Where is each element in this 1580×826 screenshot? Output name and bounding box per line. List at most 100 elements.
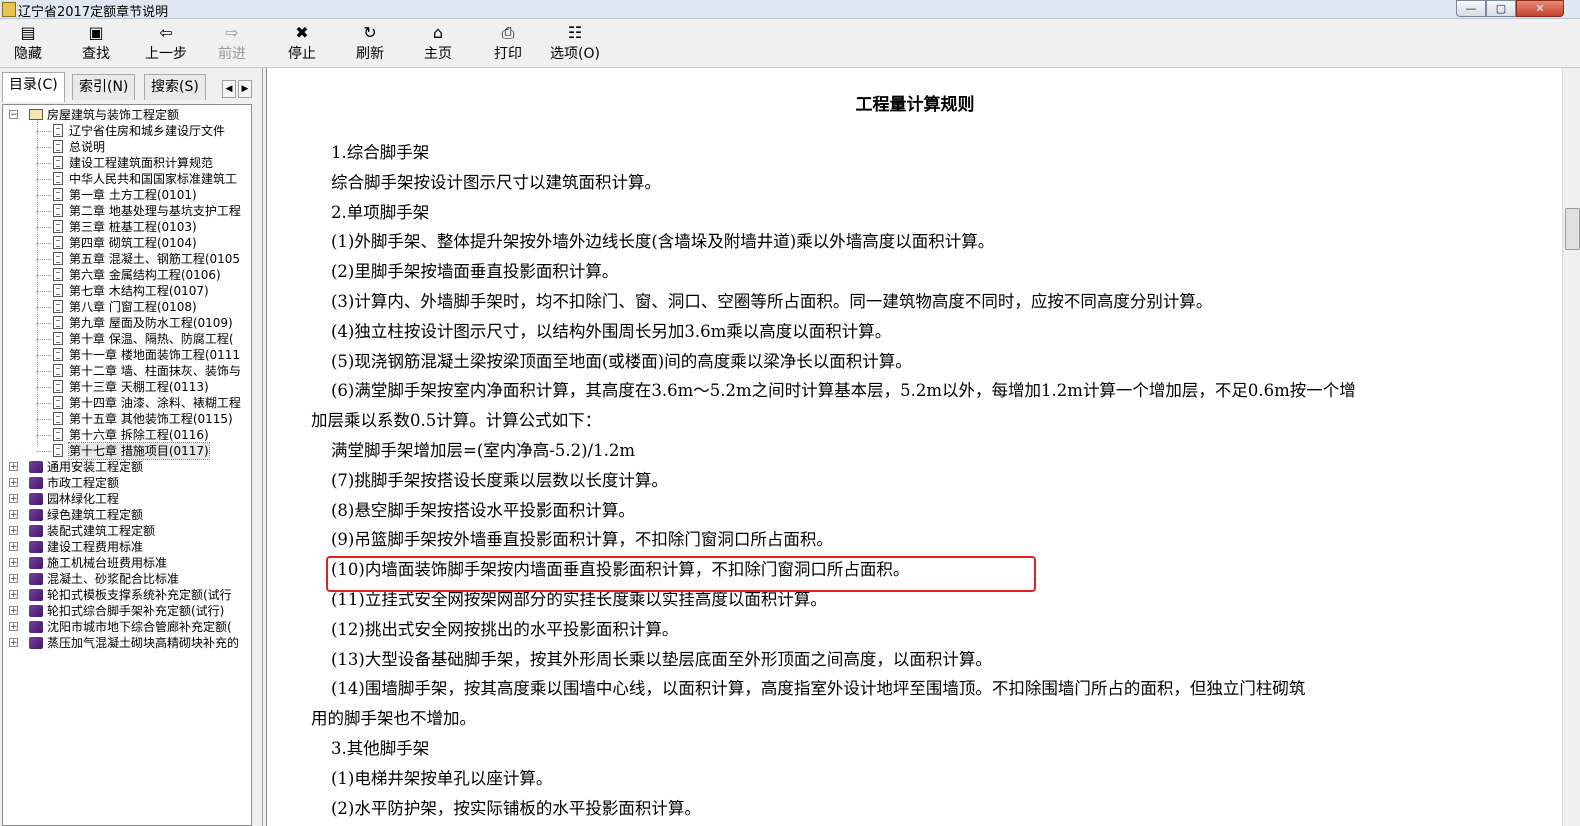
tree-book[interactable]: + 沈阳市城市地下综合管廊补充定额( (3, 619, 249, 635)
tree-item[interactable]: 总说明 (3, 139, 249, 155)
expand-icon[interactable]: + (9, 542, 18, 552)
document-icon (53, 140, 63, 153)
tree-item-label: 第十五章 其他装饰工程(0115) (69, 412, 233, 426)
tree-item[interactable]: 第十一章 楼地面装饰工程(0111 (3, 347, 249, 363)
home-button[interactable]: ⌂ 主页 (420, 23, 456, 65)
expand-icon[interactable]: + (9, 494, 18, 504)
tree-book[interactable]: + 施工机械台班费用标准 (3, 555, 249, 571)
tree-guide (37, 259, 51, 260)
forward-button[interactable]: ⇨ 前进 (214, 23, 250, 65)
tree-item[interactable]: 第三章 桩基工程(0103) (3, 219, 249, 235)
tree-item[interactable]: 第十六章 拆除工程(0116) (3, 427, 249, 443)
title-bar: 辽宁省2017定额章节说明 — ▢ ✕ (0, 0, 1580, 20)
tree-guide (37, 435, 51, 436)
expand-icon[interactable]: + (9, 526, 18, 536)
tree-book[interactable]: + 混凝土、砂浆配合比标准 (3, 571, 249, 587)
tree-book-label: 建设工程费用标准 (47, 540, 144, 554)
tree-item[interactable]: 第一章 土方工程(0101) (3, 187, 249, 203)
tree-book[interactable]: + 装配式建筑工程定额 (3, 523, 249, 539)
tree-item-label: 第八章 门窗工程(0108) (69, 300, 197, 314)
print-button[interactable]: ⎙ 打印 (490, 23, 526, 65)
document-line: 1.综合脚手架 (331, 143, 430, 162)
tree-item[interactable]: 第七章 木结构工程(0107) (3, 283, 249, 299)
document-line: (7)挑脚手架按搭设长度乘以层数以长度计算。 (331, 470, 668, 490)
tree-book-label: 混凝土、砂浆配合比标准 (47, 572, 180, 586)
tab-search[interactable]: 搜索(S) (144, 74, 206, 100)
options-button[interactable]: ☷ 选项(O) (546, 23, 604, 65)
tree-item[interactable]: 第六章 金属结构工程(0106) (3, 267, 249, 283)
expand-icon[interactable]: + (9, 558, 18, 568)
app-icon (2, 2, 16, 17)
tree-root[interactable]: − 房屋建筑与装饰工程定额 (3, 107, 249, 123)
tree-book[interactable]: + 建设工程费用标准 (3, 539, 249, 555)
tree-item-label: 第四章 砌筑工程(0104) (69, 236, 197, 250)
tree-book[interactable]: + 市政工程定额 (3, 475, 249, 491)
tab-scroll-left-icon[interactable]: ◀ (222, 80, 236, 98)
tree-book[interactable]: + 园林绿化工程 (3, 491, 249, 507)
tree-book[interactable]: + 绿色建筑工程定额 (3, 507, 249, 523)
document-icon (53, 204, 63, 217)
tree-item-label: 第三章 桩基工程(0103) (69, 220, 197, 234)
tree-item[interactable]: 第八章 门窗工程(0108) (3, 299, 249, 315)
back-button[interactable]: ⇦ 上一步 (142, 23, 190, 65)
expand-icon[interactable]: + (9, 638, 18, 648)
document-icon (53, 300, 63, 313)
tree-item-label: 第十二章 墙、柱面抹灰、装饰与 (69, 364, 241, 378)
tree-book[interactable]: + 蒸压加气混凝土砌块高精砌块补充的 (3, 635, 249, 651)
tree-item-label: 第十章 保温、隔热、防腐工程( (69, 332, 234, 346)
tab-scroll-right-icon[interactable]: ▶ (238, 80, 252, 98)
expand-icon[interactable]: + (9, 590, 18, 600)
document-line: (8)悬空脚手架按搭设水平投影面积计算。 (331, 500, 635, 520)
options-icon: ☷ (567, 23, 583, 42)
stop-button[interactable]: ✖ 停止 (284, 23, 320, 65)
expand-icon[interactable]: + (9, 606, 18, 616)
tree-guide (37, 147, 51, 148)
nav-tabs: 目录(C) 索引(N) 搜索(S) ◀ ▶ (0, 72, 262, 102)
refresh-button[interactable]: ↻ 刷新 (352, 23, 388, 65)
tree-book[interactable]: + 轮扣式综合脚手架补充定额(试行) (3, 603, 249, 619)
expand-icon[interactable]: + (9, 478, 18, 488)
close-button[interactable]: ✕ (1516, 0, 1564, 17)
document-line: (2)水平防护架，按实际铺板的水平投影面积计算。 (331, 798, 701, 818)
tree-item[interactable]: 第十章 保温、隔热、防腐工程( (3, 331, 249, 347)
tree-item[interactable]: 中华人民共和国国家标准建筑工 (3, 171, 249, 187)
minimize-button[interactable]: — (1456, 0, 1486, 17)
tree-item[interactable]: 第十五章 其他装饰工程(0115) (3, 411, 249, 427)
document-line: 满堂脚手架增加层=(室内净高-5.2)/1.2m (331, 441, 635, 460)
expand-icon[interactable]: + (9, 574, 18, 584)
document-line: (11)立挂式安全网按架网部分的实挂长度乘以实挂高度以面积计算。 (331, 590, 827, 609)
hide-button[interactable]: ▤ 隐藏 (10, 23, 46, 65)
tab-contents[interactable]: 目录(C) (2, 72, 65, 102)
forward-label: 前进 (218, 46, 246, 62)
expand-icon[interactable]: + (9, 510, 18, 520)
document-line: (5)现浇钢筋混凝土梁按梁顶面至地面(或楼面)间的高度乘以梁净长以面积计算。 (331, 351, 912, 371)
vertical-scrollbar[interactable] (1562, 68, 1580, 826)
tree-book[interactable]: + 轮扣式模板支撑系统补充定额(试行 (3, 587, 249, 603)
tree-item[interactable]: 第四章 砌筑工程(0104) (3, 235, 249, 251)
tab-index[interactable]: 索引(N) (72, 74, 136, 100)
maximize-button[interactable]: ▢ (1486, 0, 1516, 17)
scrollbar-thumb[interactable] (1565, 208, 1580, 250)
tree-item[interactable]: 第五章 混凝土、钢筋工程(0105 (3, 251, 249, 267)
tree-item-label: 第六章 金属结构工程(0106) (69, 268, 221, 282)
expand-icon[interactable]: + (9, 462, 18, 472)
document-icon (53, 252, 63, 265)
document-icon (53, 412, 63, 425)
tree-item[interactable]: 辽宁省住房和城乡建设厅文件 (3, 123, 249, 139)
tree-item[interactable]: 第十三章 天棚工程(0113) (3, 379, 249, 395)
tree-item[interactable]: 第二章 地基处理与基坑支护工程 (3, 203, 249, 219)
tree-book-label: 园林绿化工程 (47, 492, 120, 506)
tree-item[interactable]: 建设工程建筑面积计算规范 (3, 155, 249, 171)
tree-item[interactable]: 第十二章 墙、柱面抹灰、装饰与 (3, 363, 249, 379)
tree-item[interactable]: 第十七章 措施项目(0117) (3, 442, 249, 460)
find-icon: ▣ (88, 23, 104, 42)
tree-item[interactable]: 第九章 屋面及防水工程(0109) (3, 315, 249, 331)
tree-item-label: 第十一章 楼地面装饰工程(0111 (69, 348, 241, 362)
document-line: 用的脚手架也不增加。 (311, 709, 476, 729)
collapse-icon[interactable]: − (9, 110, 18, 120)
tree-item[interactable]: 第十四章 油漆、涂料、裱糊工程 (3, 395, 249, 411)
tree-book[interactable]: + 通用安装工程定额 (3, 459, 249, 475)
expand-icon[interactable]: + (9, 622, 18, 632)
tree-book-label: 轮扣式综合脚手架补充定额(试行) (47, 604, 225, 618)
find-button[interactable]: ▣ 查找 (78, 23, 114, 65)
